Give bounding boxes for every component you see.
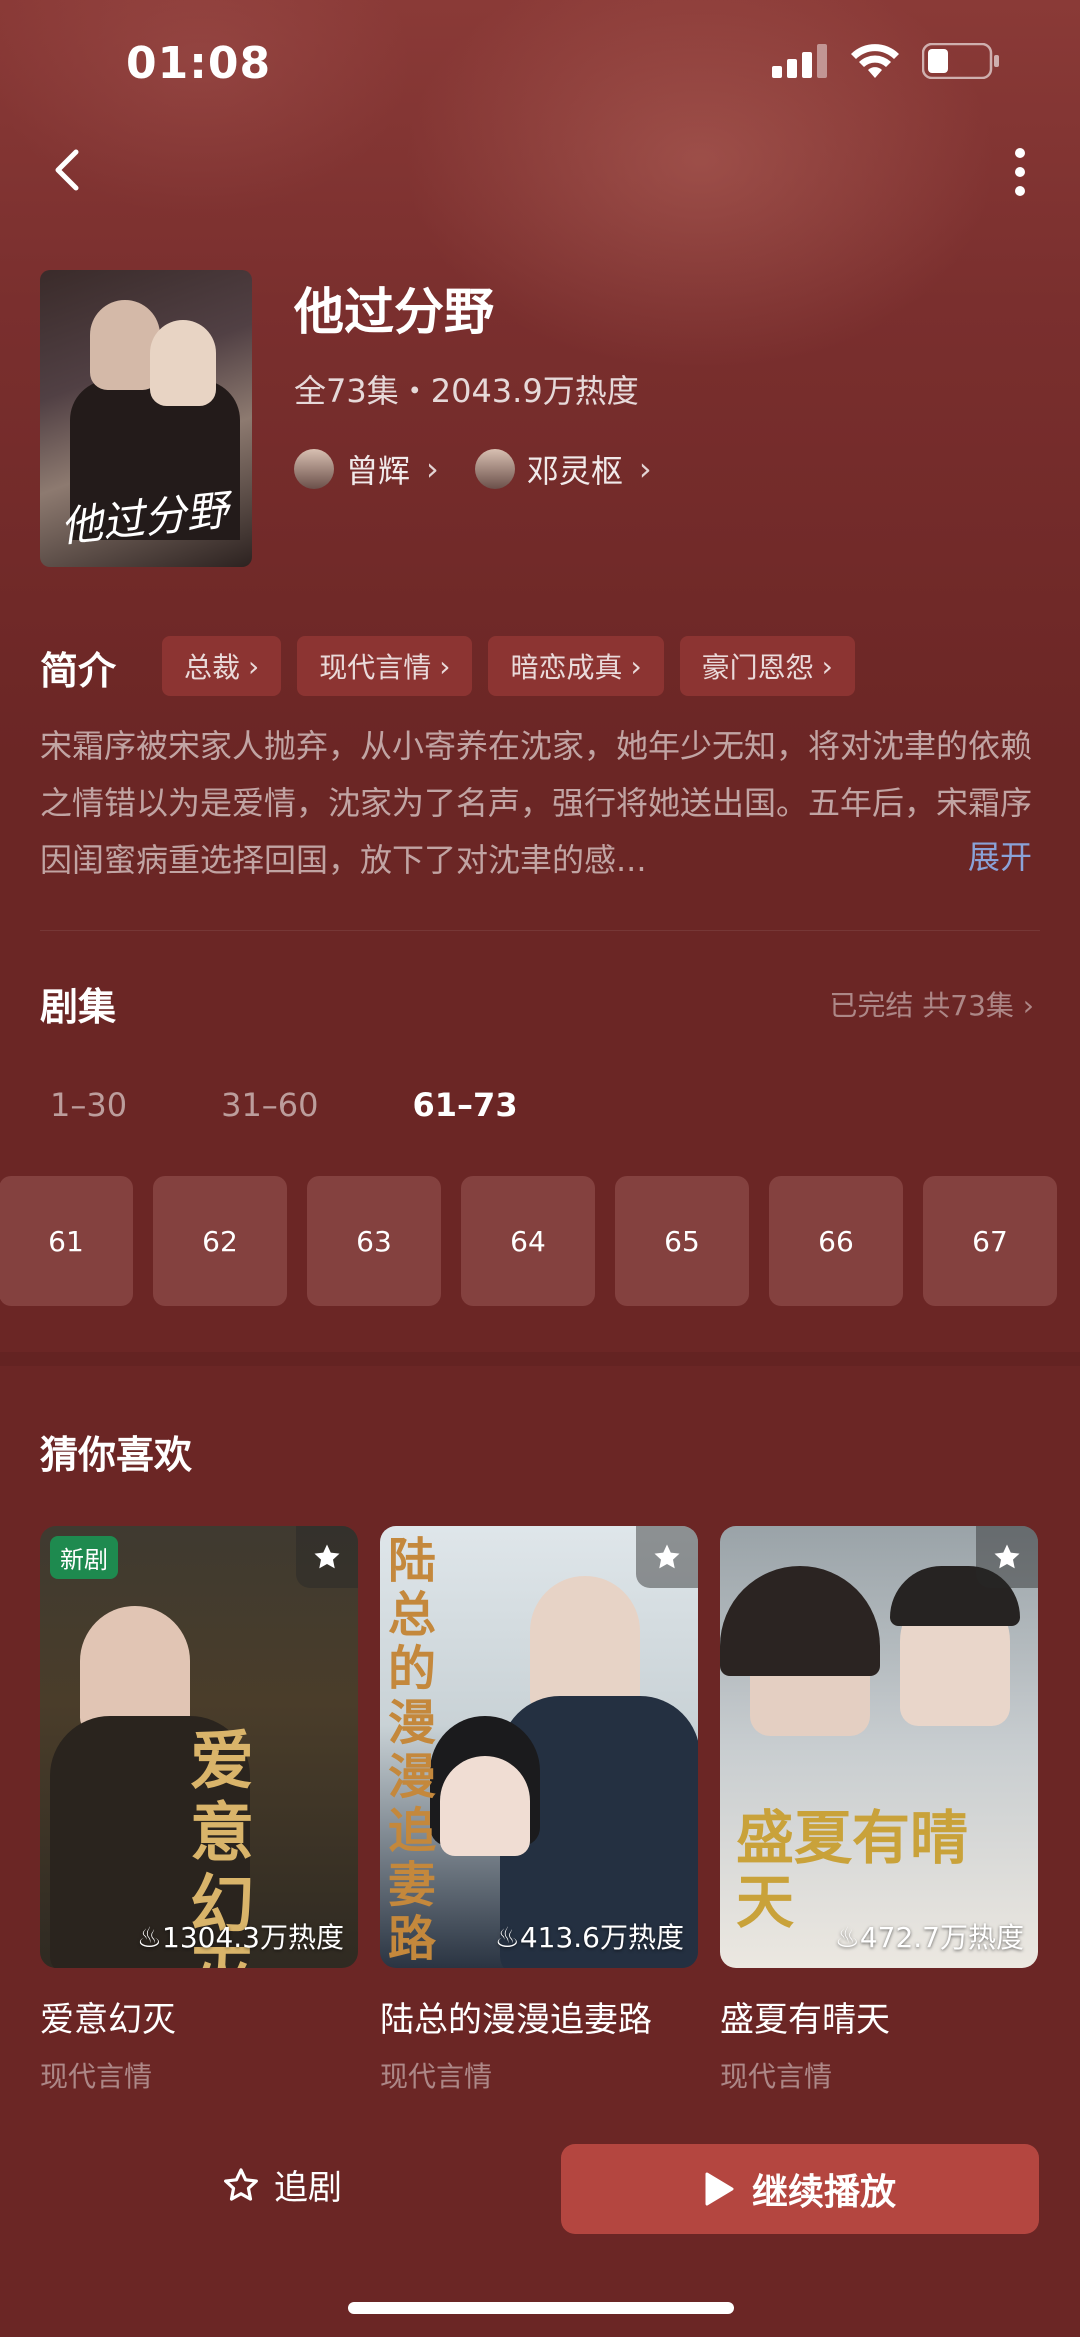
episode-button[interactable]: 62 — [153, 1176, 287, 1306]
status-icons — [772, 42, 1000, 80]
recommend-name: 陆总的漫漫追妻路 — [380, 2000, 652, 2040]
tag-chip[interactable]: 暗恋成真 › — [488, 636, 664, 696]
recommend-poster: 盛夏有晴天 ♨472.7万热度 — [720, 1526, 1038, 1968]
actor-list: 曾辉 › 邓灵枢 › — [294, 446, 652, 492]
recommend-card[interactable]: 盛夏有晴天 ♨472.7万热度 盛夏有晴天 现代言情 — [720, 1526, 1038, 2095]
chevron-right-icon: › — [638, 450, 652, 488]
tab-range-31-60[interactable]: 31–60 — [221, 1086, 318, 1124]
expand-link[interactable]: 展开 — [968, 832, 1032, 878]
section-divider — [0, 1352, 1080, 1366]
chevron-right-icon: › — [426, 450, 439, 488]
episodes-status-link[interactable]: 已完结 共73集 › — [829, 984, 1034, 1024]
status-time: 01:08 — [126, 38, 272, 89]
avatar — [474, 449, 515, 489]
home-indicator — [348, 2302, 734, 2314]
flame-icon: ♨ — [834, 1921, 860, 1954]
episode-button[interactable]: 67 — [923, 1176, 1057, 1306]
recommend-list: 爱意幻灭 新剧 ♨1304.3万热度 爱意幻灭 现代言情 陆总的漫漫追妻路 ♨4… — [40, 1526, 1038, 2095]
chevron-right-icon: › — [630, 649, 642, 683]
star-icon — [654, 1544, 680, 1569]
episode-button[interactable]: 66 — [769, 1176, 903, 1306]
star-outline-icon — [224, 2167, 258, 2201]
heat-label: ♨1304.3万热度 — [136, 1921, 344, 1954]
tag-label: 总裁 — [184, 651, 241, 684]
flame-icon: ♨ — [494, 1921, 520, 1954]
heat-label: ♨472.7万热度 — [834, 1921, 1024, 1954]
star-icon — [994, 1544, 1020, 1569]
poster-title-art: 陆总的漫漫追妻路 — [388, 1533, 437, 1967]
new-badge: 新剧 — [50, 1536, 118, 1579]
recommend-genre: 现代言情 — [40, 2060, 153, 2093]
actor-name: 曾辉 — [346, 452, 411, 490]
recommend-card[interactable]: 陆总的漫漫追妻路 ♨413.6万热度 陆总的漫漫追妻路 现代言情 — [380, 1526, 698, 2095]
tag-list: 总裁 › 现代言情 › 暗恋成真 › 豪门恩怨 › — [162, 636, 855, 696]
divider — [40, 930, 1040, 931]
recommend-name: 盛夏有晴天 — [720, 2000, 890, 2040]
cellular-signal-icon — [772, 44, 827, 78]
tag-chip[interactable]: 现代言情 › — [297, 636, 473, 696]
episode-button[interactable]: 64 — [461, 1176, 595, 1306]
actor-link[interactable]: 曾辉 › — [294, 446, 439, 492]
tab-range-1-30[interactable]: 1–30 — [50, 1086, 127, 1124]
recommend-heading: 猜你喜欢 — [40, 1433, 193, 1477]
play-label: 继续播放 — [751, 2172, 896, 2213]
more-vertical-icon — [1015, 148, 1025, 196]
drama-title: 他过分野 — [294, 283, 494, 341]
intro-heading: 简介 — [40, 649, 117, 693]
episodes-heading: 剧集 — [40, 985, 117, 1029]
recommend-card[interactable]: 爱意幻灭 新剧 ♨1304.3万热度 爱意幻灭 现代言情 — [40, 1526, 358, 2095]
episode-button[interactable]: 65 — [615, 1176, 749, 1306]
recommend-poster: 爱意幻灭 新剧 ♨1304.3万热度 — [40, 1526, 358, 1968]
favorite-button[interactable] — [296, 1526, 358, 1588]
avatar — [294, 449, 334, 489]
episode-button[interactable]: 61 — [0, 1176, 133, 1306]
tag-chip[interactable]: 总裁 › — [162, 636, 282, 696]
recommend-name: 爱意幻灭 — [40, 2000, 176, 2040]
favorite-button[interactable] — [636, 1526, 698, 1588]
synopsis-text: 宋霜序被宋家人抛弃，从小寄养在沈家，她年少无知，将对沈聿的依赖之情错以为是爱情，… — [40, 727, 1033, 879]
episode-grid: 61 62 63 64 65 66 67 — [0, 1176, 1057, 1306]
star-icon — [314, 1544, 340, 1569]
poster-title-art: 盛夏有晴天 — [736, 1804, 969, 1936]
play-icon — [705, 2172, 734, 2206]
episodes-status: 已完结 共73集 — [829, 989, 1014, 1022]
heat-label: ♨413.6万热度 — [494, 1921, 684, 1954]
chevron-right-icon: › — [1022, 989, 1034, 1022]
more-options-button[interactable] — [1002, 145, 1038, 205]
tag-label: 豪门恩怨 — [701, 651, 814, 684]
chevron-right-icon: › — [248, 649, 260, 683]
episode-range-tabs: 1–30 31–60 61–73 — [50, 1086, 612, 1124]
recommend-poster: 陆总的漫漫追妻路 ♨413.6万热度 — [380, 1526, 698, 1968]
favorite-button[interactable] — [976, 1526, 1038, 1588]
follow-button[interactable]: 追剧 — [222, 2160, 342, 2209]
drama-poster: 他过分野 — [40, 270, 252, 567]
back-button[interactable] — [44, 140, 92, 200]
chevron-left-icon — [55, 149, 79, 191]
wifi-icon — [851, 44, 899, 78]
follow-label: 追剧 — [274, 2168, 342, 2208]
drama-meta: 全73集・2043.9万热度 — [294, 372, 639, 410]
actor-name: 邓灵枢 — [526, 452, 623, 490]
episode-button[interactable]: 63 — [307, 1176, 441, 1306]
actor-link[interactable]: 邓灵枢 › — [474, 446, 652, 492]
recommend-genre: 现代言情 — [720, 2060, 833, 2093]
continue-play-button[interactable]: 继续播放 — [561, 2144, 1039, 2234]
tag-label: 现代言情 — [319, 651, 432, 684]
recommend-genre: 现代言情 — [380, 2060, 493, 2093]
tag-chip[interactable]: 豪门恩怨 › — [679, 636, 855, 696]
tag-label: 暗恋成真 — [510, 651, 623, 684]
battery-icon — [922, 43, 999, 79]
chevron-right-icon: › — [821, 649, 833, 683]
flame-icon: ♨ — [136, 1921, 163, 1954]
tab-range-61-73[interactable]: 61–73 — [413, 1086, 518, 1124]
chevron-right-icon: › — [439, 649, 451, 683]
